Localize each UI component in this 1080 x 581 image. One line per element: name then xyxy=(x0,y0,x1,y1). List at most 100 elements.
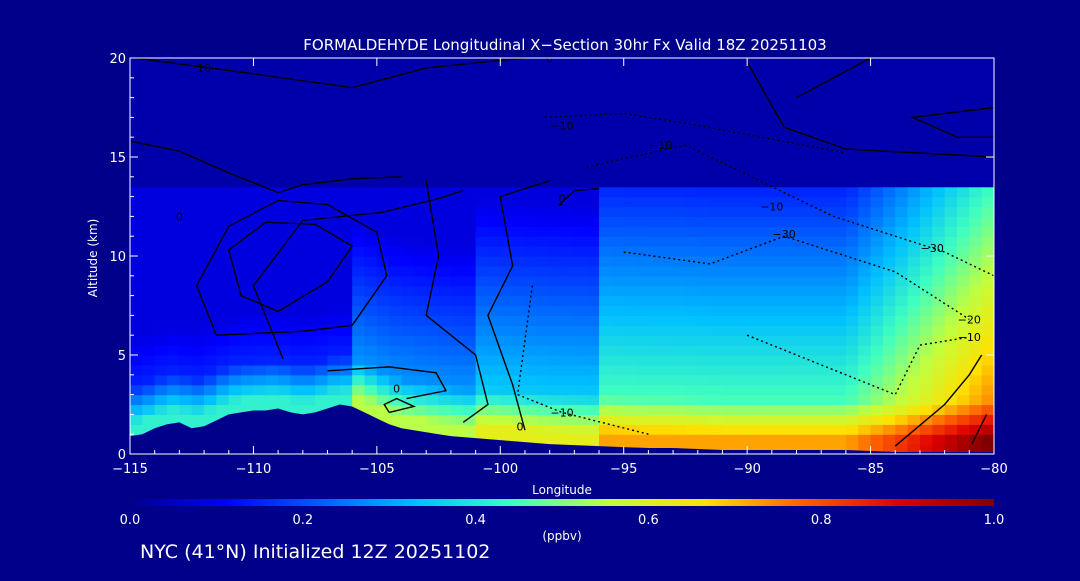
field-cell xyxy=(845,206,859,217)
field-cell xyxy=(673,186,687,198)
field-cell xyxy=(636,265,649,277)
field-cell xyxy=(487,206,501,217)
field-cell xyxy=(315,335,329,346)
field-cell xyxy=(315,394,329,406)
field-cell xyxy=(241,265,255,277)
field-cell xyxy=(882,256,896,267)
field-cell xyxy=(919,394,933,406)
field-cell xyxy=(487,355,501,366)
field-cell xyxy=(784,275,798,287)
field-cell xyxy=(241,236,255,247)
field-cell xyxy=(586,384,600,396)
field-cell xyxy=(450,157,464,168)
field-cell xyxy=(204,206,217,217)
field-cell xyxy=(648,325,662,336)
field-cell xyxy=(438,77,452,89)
field-cell xyxy=(648,58,662,69)
field-cell xyxy=(241,58,255,69)
field-cell xyxy=(179,355,193,366)
field-cell xyxy=(302,305,316,316)
field-cell xyxy=(574,345,588,356)
field-cell xyxy=(771,127,785,138)
field-cell xyxy=(537,434,551,445)
field-cell xyxy=(821,58,835,69)
field-cell xyxy=(130,236,143,247)
field-cell xyxy=(450,206,464,217)
field-cell xyxy=(808,315,822,326)
field-cell xyxy=(685,374,699,386)
field-cell xyxy=(660,355,674,366)
field-cell xyxy=(636,186,649,198)
field-cell xyxy=(747,206,761,217)
field-cell xyxy=(463,325,477,336)
field-cell xyxy=(562,58,575,69)
field-cell xyxy=(524,364,538,376)
field-cell xyxy=(956,275,970,287)
field-cell xyxy=(932,374,946,386)
field-cell xyxy=(216,176,230,188)
field-cell xyxy=(919,216,933,227)
field-cell xyxy=(389,355,403,366)
field-cell xyxy=(204,345,217,356)
field-cell xyxy=(858,414,872,425)
field-cell xyxy=(389,186,403,198)
field-cell xyxy=(475,127,489,138)
field-cell xyxy=(981,166,994,178)
field-cell xyxy=(450,107,464,118)
field-cell xyxy=(574,176,588,188)
field-cell xyxy=(228,364,242,376)
field-cell xyxy=(302,196,316,208)
field-cell xyxy=(981,226,994,237)
field-cell xyxy=(981,67,994,79)
field-cell xyxy=(562,256,575,267)
field-cell xyxy=(586,87,600,99)
field-cell xyxy=(586,374,600,386)
field-cell xyxy=(413,87,427,99)
field-cell xyxy=(895,256,909,267)
field-cell xyxy=(747,414,761,425)
field-cell xyxy=(907,137,921,148)
field-cell xyxy=(512,166,526,178)
field-cell xyxy=(907,186,921,198)
field-cell xyxy=(438,335,452,346)
field-cell xyxy=(895,275,909,287)
field-cell xyxy=(919,305,933,316)
field-cell xyxy=(870,246,884,257)
field-cell xyxy=(697,434,711,445)
field-cell xyxy=(808,186,822,198)
field-cell xyxy=(919,345,933,356)
field-cell xyxy=(130,325,143,336)
field-cell xyxy=(154,265,168,277)
field-cell xyxy=(364,345,378,356)
field-cell xyxy=(845,325,859,336)
field-cell xyxy=(512,256,526,267)
field-cell xyxy=(981,196,994,208)
field-cell xyxy=(204,147,217,158)
field-cell xyxy=(352,275,366,287)
field-cell xyxy=(450,256,464,267)
field-cell xyxy=(574,424,588,435)
field-cell xyxy=(870,325,884,336)
field-cell xyxy=(636,157,649,168)
field-cell xyxy=(413,147,427,158)
field-cell xyxy=(710,97,724,109)
field-cell xyxy=(537,216,551,227)
field-cell xyxy=(278,325,292,336)
field-cell xyxy=(796,147,810,158)
field-cell xyxy=(302,127,316,138)
field-cell xyxy=(623,315,637,326)
field-cell xyxy=(549,315,563,326)
field-cell xyxy=(191,305,205,316)
field-cell xyxy=(833,87,847,99)
field-cell xyxy=(685,246,699,257)
field-cell xyxy=(833,117,847,128)
field-cell xyxy=(771,364,785,376)
field-cell xyxy=(981,345,994,356)
field-cell xyxy=(882,107,896,118)
field-cell xyxy=(673,275,687,287)
field-cell xyxy=(167,77,180,89)
field-cell xyxy=(845,285,859,297)
field-cell xyxy=(710,275,724,287)
field-cell xyxy=(821,424,835,435)
field-cell xyxy=(191,216,205,227)
